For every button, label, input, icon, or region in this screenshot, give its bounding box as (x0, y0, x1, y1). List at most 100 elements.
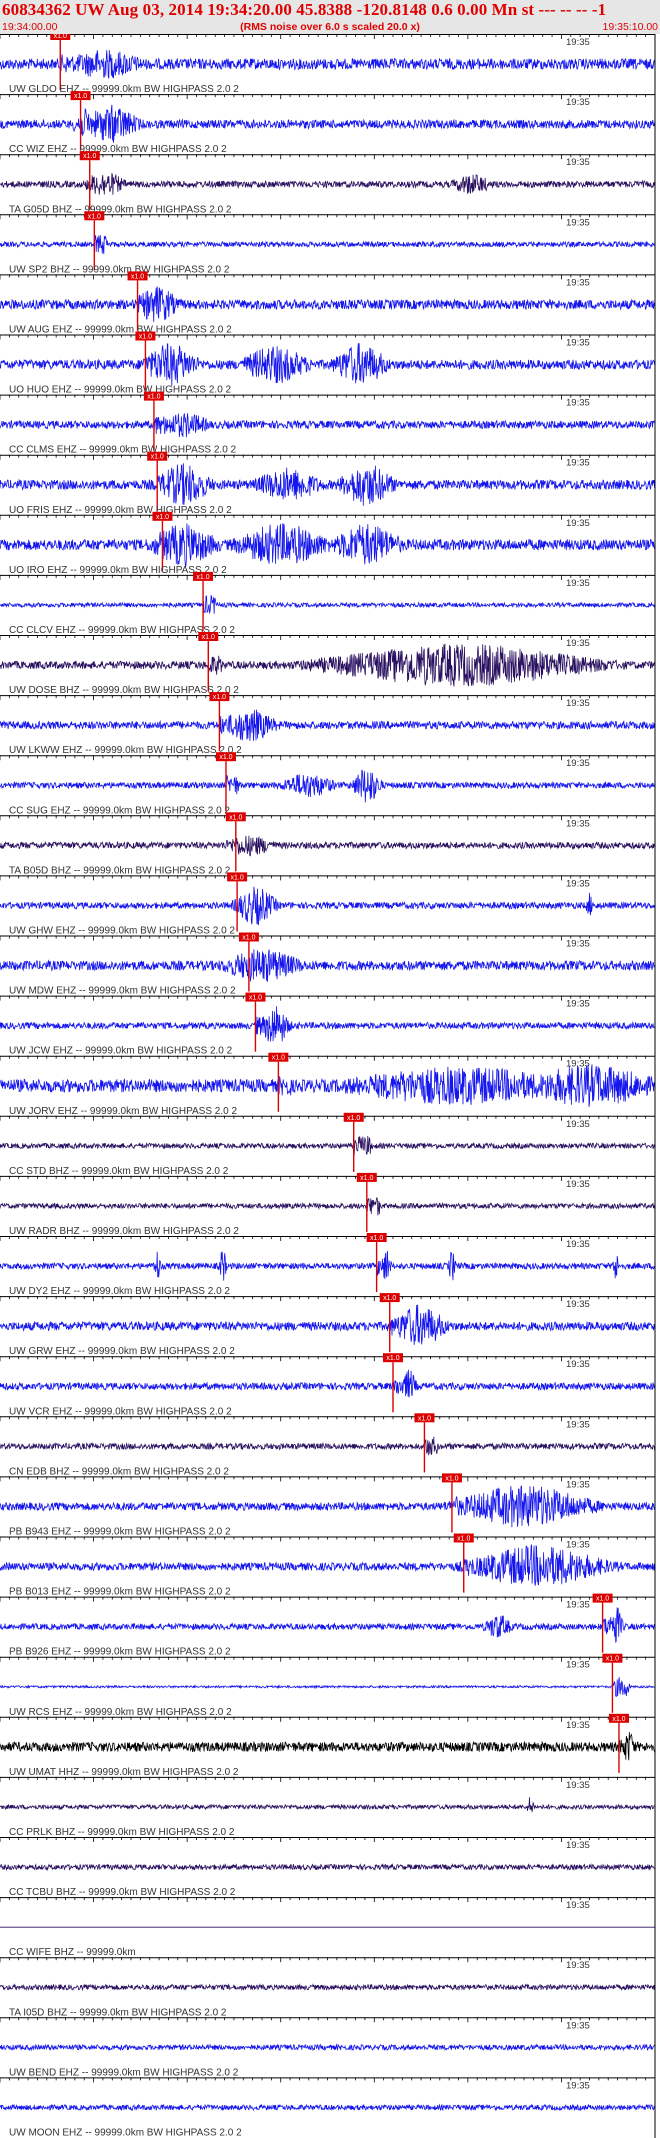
waveform (0, 1436, 656, 1456)
waveform (0, 1983, 656, 1992)
rms-note: (RMS noise over 6.0 s scaled 20.0 x) (240, 21, 420, 33)
time-marker-label: 19:35 (566, 1479, 590, 1490)
time-marker-label: 19:35 (566, 157, 590, 168)
end-time: 19:35:10.00 (602, 21, 658, 33)
trace-panel: 19:35 CC PRLK BHZ -- 99999.0km BW HIGHPAS… (0, 1776, 656, 1838)
time-marker-label: 19:35 (566, 1960, 590, 1971)
station-label: UW GLDO EHZ -- 99999.0km BW HIGHPASS 2.0… (9, 84, 239, 95)
station-label: CC WIZ EHZ -- 99999.0km BW HIGHPASS 2.0 … (9, 144, 227, 155)
time-marker-label: 19:35 (566, 758, 590, 769)
pick-tag-label: x1.0 (386, 1355, 399, 1362)
time-marker-label: 19:35 (566, 398, 590, 409)
trace-panel: 19:35 CC WIFE BHZ -- 99999.0km (0, 1897, 656, 1958)
waveform (0, 1304, 656, 1345)
trace-panel: 19:35x1.0CC CLCV EHZ -- 99999.0km BW HIG… (0, 571, 656, 636)
station-label: UW RADR BHZ -- 99999.0km BW HIGHPASS 2.0… (9, 1226, 239, 1237)
pick-tag-label: x1.0 (383, 1295, 396, 1302)
event-title: 60834362 UW Aug 03, 2014 19:34:20.00 45.… (2, 0, 607, 19)
trace-panel: 19:35 x1.0 CN EDB BHZ -- 99999.0km BW HIGH… (0, 1413, 656, 1477)
station-label: TA G05D BHZ -- 99999.0km BW HIGHPASS 2.0… (9, 204, 232, 215)
trace-panel: 19:35 x1.0 TA B05D BHZ -- 99999.0km BW HIG… (0, 812, 656, 876)
waveform (0, 1250, 656, 1281)
pick-tag-label: x1.0 (88, 213, 101, 220)
station-label: UW DY2 EHZ -- 99999.0km BW HIGHPASS 2.0 … (9, 1286, 230, 1297)
station-label: UW GRW EHZ -- 99999.0km BW HIGHPASS 2.0 … (9, 1346, 235, 1357)
trace-panel: 19:35 x1.0 UW GLDO EHZ -- 99999.0km BW HIG… (0, 34, 656, 95)
trace-panel: 19:35 x1.0 UW GHW EHZ -- 99999.0km BW HIGH… (0, 872, 656, 937)
station-label: UW SP2 BHZ -- 99999.0km BW HIGHPASS 2.0 … (9, 264, 230, 275)
waveform (0, 886, 656, 926)
station-label: CC CLMS EHZ -- 99999.0km BW HIGHPASS 2.0… (9, 445, 237, 456)
trace-panel: 19:35 x1.0 UW RCS EHZ -- 99999.0km BW HIGH… (0, 1653, 656, 1718)
trace-panel: 19:35 x1.0 UW GRW EHZ -- 99999.0km BW HIGH… (0, 1293, 656, 1357)
trace-panel: 19:35 x1.0 CC WIZ EHZ -- 99999.0km BW HIGH… (0, 91, 656, 155)
pick-tag-label: x1.0 (54, 34, 67, 40)
waveform (0, 104, 656, 143)
waveform (0, 709, 656, 741)
pick-tag-label: x1.0 (230, 874, 243, 881)
waveform (0, 1607, 656, 1643)
pick-tag-label: x1.0 (151, 454, 164, 461)
waveform (0, 1543, 656, 1586)
waveform (0, 1677, 655, 1698)
waveform (0, 1797, 656, 1813)
station-label: UW DOSE BHZ -- 99999.0km BW HIGHPASS 2.0… (9, 685, 239, 696)
time-marker-label: 19:35 (566, 818, 590, 829)
waveform (0, 2043, 656, 2052)
waveform (0, 949, 656, 982)
pick-tag-label: x1.0 (156, 514, 169, 521)
time-marker-label: 19:35 (566, 1119, 590, 1130)
time-marker-label: 19:35 (566, 999, 590, 1010)
station-label: PB B013 EHZ -- 99999.0km BW HIGHPASS 2.0… (9, 1587, 231, 1598)
trace-panel: 19:35x1.0UW JORV EHZ -- 99999.0km BW HIG… (0, 1052, 656, 1117)
trace-panel: 19:35 x1.0 UW SP2 BHZ -- 99999.0km BW HIGH… (0, 211, 656, 275)
trace-panel: 19:35 x1.0 CC CLMS EHZ -- 99999.0km BW HIG… (0, 391, 656, 456)
station-label: UW MOON EHZ -- 99999.0km BW HIGHPASS 2.0… (9, 2128, 242, 2138)
trace-panel: 19:35 x1.0 PB B943 EHZ -- 99999.0km BW HIG… (0, 1473, 656, 1538)
station-label: UW BEND EHZ -- 99999.0km BW HIGHPASS 2.0… (9, 2067, 239, 2078)
waveform (0, 1006, 656, 1042)
pick-tag-label: x1.0 (370, 1235, 383, 1242)
pick-tag-label: x1.0 (418, 1415, 431, 1422)
trace-panel: 19:35x1.0UO IRO EHZ -- 99999.0km BW HIGH… (0, 511, 656, 576)
waveform (0, 1369, 656, 1398)
waveform (0, 286, 656, 322)
waveform (0, 235, 656, 255)
time-marker-label: 19:35 (566, 939, 590, 950)
trace-panel: 19:35 x1.0 CC STD BHZ -- 99999.0km BW HIGH… (0, 1112, 656, 1177)
pick-tag-label: x1.0 (612, 1716, 625, 1723)
trace-panel: 19:35 x1.0 UW DOSE BHZ -- 99999.0km BW HIG… (0, 632, 656, 696)
trace-panel: 19:35 x1.0 UW AUG EHZ -- 99999.0km BW HIGH… (0, 271, 656, 336)
station-label: UW RCS EHZ -- 99999.0km BW HIGHPASS 2.0 … (9, 1707, 232, 1718)
time-marker-label: 19:35 (566, 97, 590, 108)
time-marker-label: 19:35 (566, 1720, 590, 1731)
time-marker-label: 19:35 (566, 518, 590, 529)
station-label: UW GHW EHZ -- 99999.0km BW HIGHPASS 2.0 … (9, 926, 235, 937)
waveform (0, 1862, 656, 1872)
trace-panel: 19:35 TA I05D BHZ -- 99999.0km BW HIGHPAS… (0, 1957, 656, 2018)
station-label: CC SUG EHZ -- 99999.0km BW HIGHPASS 2.0 … (9, 805, 230, 816)
header-bar: 60834362 UW Aug 03, 2014 19:34:20.00 45.… (0, 0, 660, 34)
trace-panel: 19:35 x1.0 CC SUG EHZ -- 99999.0km BW HIGH… (0, 752, 656, 816)
trace-panel: 19:35 x1.0 UW RADR BHZ -- 99999.0km BW HIG… (0, 1172, 656, 1237)
station-label: UW VCR EHZ -- 99999.0km BW HIGHPASS 2.0 … (9, 1406, 232, 1417)
time-marker-label: 19:35 (566, 1179, 590, 1190)
waveform (0, 1135, 656, 1156)
waveform (0, 413, 656, 438)
pick-tag-label: x1.0 (457, 1536, 470, 1543)
waveform (0, 1197, 656, 1216)
station-label: UW AUG EHZ -- 99999.0km BW HIGHPASS 2.0 … (9, 325, 232, 336)
station-label: UO FRIS EHZ -- 99999.0km BW HIGHPASS 2.0… (9, 505, 232, 516)
station-label: UW LKWW EHZ -- 99999.0km BW HIGHPASS 2.0… (9, 745, 242, 756)
time-marker-label: 19:35 (566, 1239, 590, 1250)
station-label: CC STD BHZ -- 99999.0km BW HIGHPASS 2.0 … (9, 1166, 229, 1177)
pick-tag-label: x1.0 (83, 153, 96, 160)
station-label: UW MDW EHZ -- 99999.0km BW HIGHPASS 2.0 … (9, 986, 236, 997)
trace-panel: 19:35 x1.0 PB B013 EHZ -- 99999.0km BW HIG… (0, 1533, 656, 1598)
station-label: UO HUO EHZ -- 99999.0km BW HIGHPASS 2.0 … (9, 385, 232, 396)
station-label: CN EDB BHZ -- 99999.0km BW HIGHPASS 2.0 … (9, 1466, 229, 1477)
trace-panel: 19:35 x1.0 UO HUO EHZ -- 99999.0km BW HIGH… (0, 331, 656, 396)
waveform (0, 50, 656, 79)
waveform (0, 1732, 656, 1761)
waveform (0, 523, 656, 568)
